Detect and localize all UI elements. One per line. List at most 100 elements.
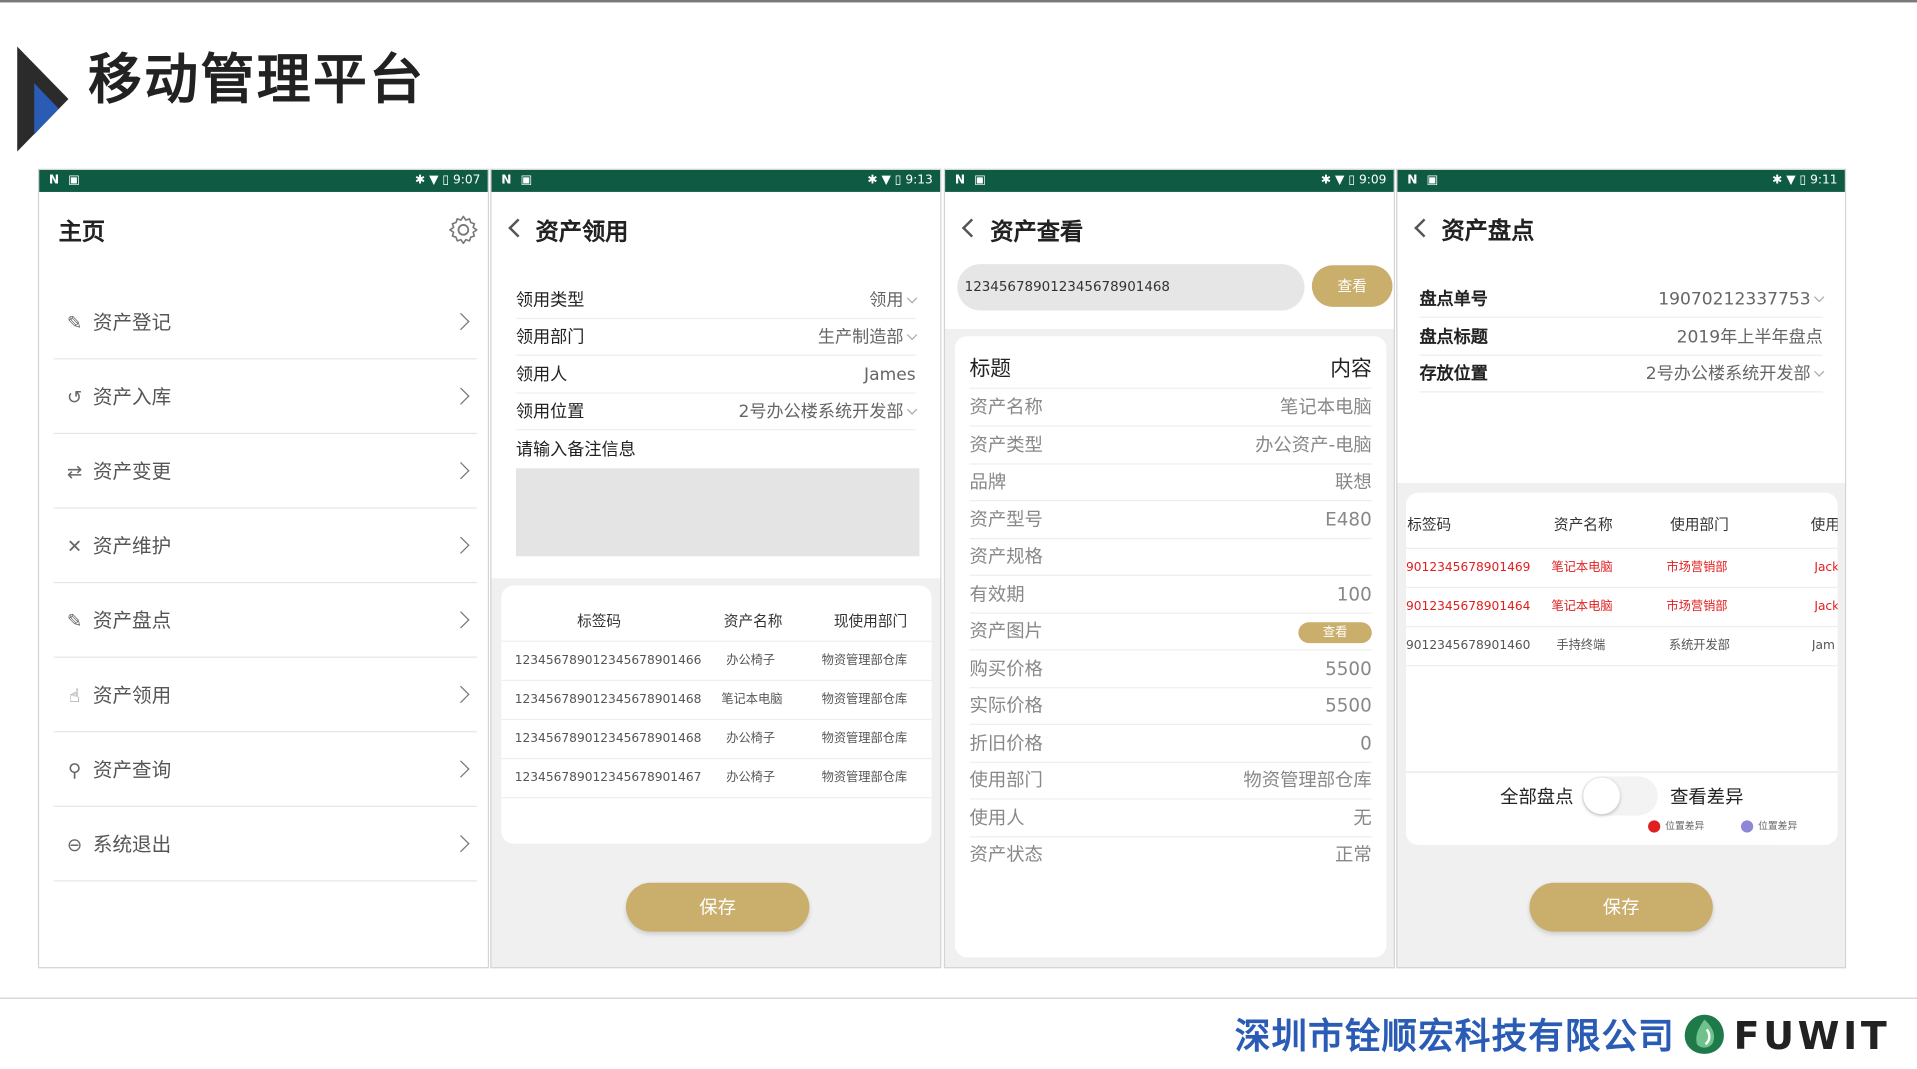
fuwit-logo-icon (1684, 1014, 1724, 1054)
form-row-storage-location[interactable]: 存放位置 2号办公楼系统开发部 (1419, 356, 1825, 393)
detail-row-brand: 品牌 联想 (969, 463, 1372, 502)
phone-asset-view-screen: N ▣ ✱ ▼ ▯ 9:09 资产查看 12345678901234567890… (943, 168, 1395, 969)
table-cell: 系统开发部 (1668, 639, 1730, 653)
table-cell: 123456789012345678901468 (514, 732, 702, 746)
slide-logo-icon (17, 46, 69, 152)
table-row[interactable]: 9012345678901469 笔记本电脑 市场营销部 Jack (1405, 549, 1838, 589)
detail-label: 折旧价格 (969, 732, 1043, 755)
menu-item-asset-inventory[interactable]: ✎ 资产盘点 (53, 583, 477, 658)
table-cell: 123456789012345678901468 (514, 693, 702, 707)
menu-label: 资产领用 (92, 683, 172, 707)
asset-detail-card: 标题 内容 资产名称 笔记本电脑 资产类型 办公资产-电脑 品牌 联想 资产型号… (954, 336, 1387, 958)
detail-value: 办公资产-电脑 (1255, 434, 1372, 457)
asset-table-card: 标签码 资产名称 现使用部门 123456789012345678901466 … (501, 585, 932, 844)
menu-label: 资产登记 (92, 310, 172, 334)
menu-item-asset-register[interactable]: ✎ 资产登记 (53, 285, 477, 360)
form-row-receive-department[interactable]: 领用部门 生产制造部 (515, 319, 918, 356)
detail-header-row: 标题 内容 (969, 351, 1372, 389)
detail-label: 资产类型 (969, 434, 1043, 457)
search-input[interactable]: 123456789012345678901468 (957, 264, 1305, 311)
inventory-table-card: 标签码 资产名称 使用部门 使用 9012345678901469 笔记本电脑 … (1405, 492, 1838, 845)
chevron-right-icon (452, 312, 470, 331)
slide: 移动管理平台 N ▣ ✱ ▼ ▯ 9:07 主页 ✎ 资产登记 ↺ 资产入库 ⇄… (0, 0, 1917, 1069)
detail-value: E480 (1325, 508, 1372, 531)
table-cell: 市场营销部 (1666, 600, 1728, 614)
detail-row-asset-name: 资产名称 笔记本电脑 (969, 389, 1372, 427)
column-header: 使用 (1810, 515, 1838, 534)
status-bar: N ▣ ✱ ▼ ▯ 9:11 (1397, 169, 1845, 192)
table-row[interactable]: 123456789012345678901466 办公椅子 物资管理部仓库 (501, 642, 932, 681)
detail-value: 5500 (1325, 694, 1372, 717)
detail-value: 5500 (1325, 657, 1372, 680)
form-row-receive-location[interactable]: 领用位置 2号办公楼系统开发部 (515, 394, 918, 431)
view-difference-button[interactable]: 查看差异 (1670, 784, 1743, 811)
inventory-toggle-switch[interactable] (1582, 776, 1658, 816)
form-row-inventory-number[interactable]: 盘点单号 19070212337753 (1419, 281, 1825, 318)
repair-icon: ✕ (66, 535, 83, 558)
menu-item-asset-search[interactable]: ⚲ 资产查询 (53, 732, 477, 807)
detail-label: 资产状态 (969, 843, 1043, 866)
field-label: 盘点标题 (1419, 327, 1488, 348)
table-cell: 物资管理部仓库 (821, 693, 908, 707)
table-cell: 笔记本电脑 (721, 693, 783, 707)
menu-item-asset-change[interactable]: ⇄ 资产变更 (53, 434, 477, 509)
table-row[interactable]: 9012345678901460 手持终端 系统开发部 Jam (1405, 627, 1838, 667)
column-header: 标签码 (577, 612, 622, 630)
detail-row-department: 使用部门 物资管理部仓库 (969, 762, 1372, 800)
brand-name: FUWIT (1733, 1014, 1891, 1059)
status-right: ✱ ▼ ▯ 9:09 (1320, 173, 1387, 188)
detail-value: 正常 (1335, 843, 1372, 866)
status-left: N ▣ (1407, 173, 1441, 188)
form-row-receive-type[interactable]: 领用类型 领用 (515, 282, 918, 320)
menu-item-asset-receive[interactable]: ☝ 资产领用 (53, 658, 477, 733)
remark-textarea[interactable] (515, 468, 920, 557)
column-header: 标签码 (1407, 515, 1452, 534)
detail-header-value: 内容 (1330, 356, 1372, 382)
settings-gear-icon[interactable] (447, 214, 479, 246)
table-cell: 办公椅子 (726, 732, 776, 746)
column-header: 资产名称 (1553, 515, 1613, 534)
page-title: 资产盘点 (1441, 217, 1535, 245)
form-row-receiver[interactable]: 领用人 James (515, 357, 916, 394)
column-header: 现使用部门 (833, 612, 908, 630)
table-cell: 9012345678901469 (1405, 561, 1531, 575)
slide-title: 移动管理平台 (88, 48, 426, 112)
top-divider (0, 0, 1917, 3)
remark-label: 请输入备注信息 (515, 440, 636, 460)
menu-item-logout[interactable]: ⊖ 系统退出 (53, 807, 477, 882)
save-button[interactable]: 保存 (1529, 882, 1713, 932)
detail-label: 资产规格 (969, 545, 1043, 568)
page-title: 资产查看 (990, 218, 1084, 246)
company-name: 深圳市铨顺宏科技有限公司 (1234, 1014, 1675, 1057)
detail-row-asset-type: 资产类型 办公资产-电脑 (969, 427, 1372, 465)
view-search-button[interactable]: 查看 (1311, 265, 1393, 307)
table-row[interactable]: 9012345678901464 笔记本电脑 市场营销部 Jack (1405, 588, 1838, 628)
status-left: N ▣ (954, 173, 989, 188)
chevron-right-icon (452, 685, 470, 704)
table-cell: 123456789012345678901466 (514, 654, 702, 668)
field-value: 生产制造部 (817, 327, 904, 348)
menu-item-asset-repair[interactable]: ✕ 资产维护 (53, 509, 477, 584)
detail-row-model: 资产型号 E480 (969, 501, 1372, 540)
detail-row-spec: 资产规格 (969, 538, 1372, 576)
table-cell: 物资管理部仓库 (821, 654, 908, 668)
field-label: 存放位置 (1419, 364, 1488, 384)
menu-item-asset-storage[interactable]: ↺ 资产入库 (53, 359, 477, 435)
view-image-button[interactable]: 查看 (1298, 622, 1372, 644)
register-icon: ✎ (66, 311, 83, 334)
toggle-knob (1583, 777, 1620, 815)
status-right: ✱ ▼ ▯ 9:13 (867, 173, 933, 188)
detail-header-label: 标题 (969, 356, 1012, 382)
form-row-inventory-title[interactable]: 盘点标题 2019年上半年盘点 (1419, 319, 1823, 356)
table-row[interactable]: 123456789012345678901468 笔记本电脑 物资管理部仓库 (501, 681, 932, 721)
table-row[interactable]: 123456789012345678901467 办公椅子 物资管理部仓库 (501, 759, 932, 799)
status-left: N ▣ (48, 173, 83, 188)
chevron-right-icon (452, 760, 470, 778)
table-cell: 物资管理部仓库 (821, 771, 908, 785)
column-header: 资产名称 (723, 612, 783, 630)
table-row[interactable]: 123456789012345678901468 办公椅子 物资管理部仓库 (501, 720, 932, 760)
save-button[interactable]: 保存 (625, 882, 810, 932)
column-header: 使用部门 (1670, 515, 1729, 534)
detail-row-actual-price: 实际价格 5500 (969, 687, 1372, 726)
detail-value: 无 (1353, 806, 1372, 829)
